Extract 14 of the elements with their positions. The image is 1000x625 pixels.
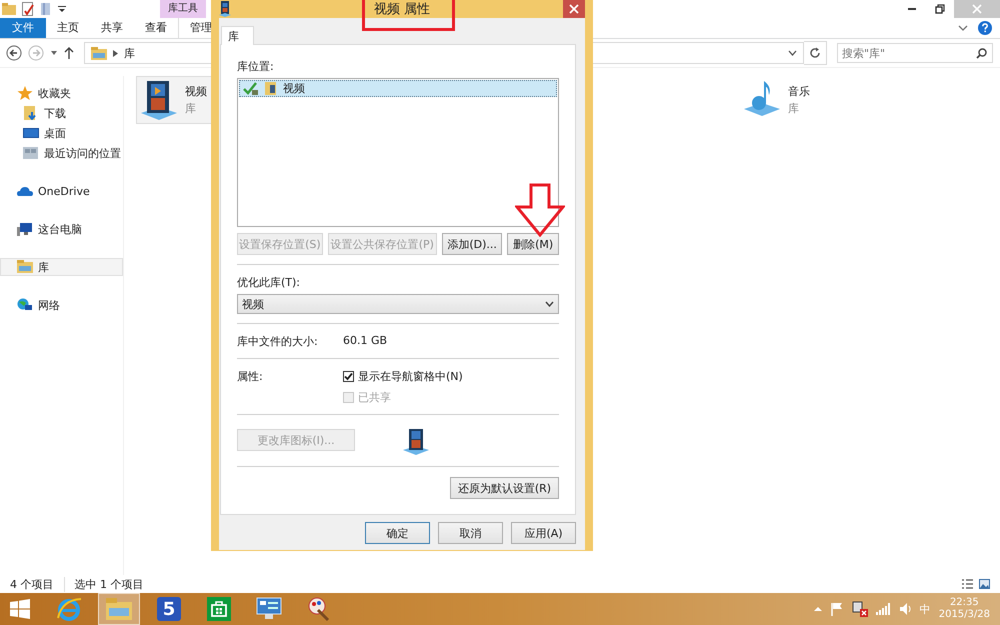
window-title: 视频 属性 (374, 1, 430, 18)
field-label: 库位置: (237, 59, 275, 74)
app-icon: 5 (157, 597, 181, 621)
field-label: 优化此库(T): (237, 275, 302, 290)
field-label: 属性: (237, 369, 264, 384)
field-label: 库中文件的大小: (237, 334, 319, 349)
library-name: 音乐 (788, 84, 810, 99)
selection-count: 选中 1 个项目 (64, 576, 144, 592)
context-tab-group: 库工具 (160, 0, 206, 18)
library-type: 库 (185, 101, 197, 116)
size-value: 60.1 GB (343, 334, 388, 347)
library-name: 视频 (185, 84, 207, 99)
library-type: 库 (788, 101, 800, 116)
item-count: 4 个项目 (10, 576, 54, 592)
